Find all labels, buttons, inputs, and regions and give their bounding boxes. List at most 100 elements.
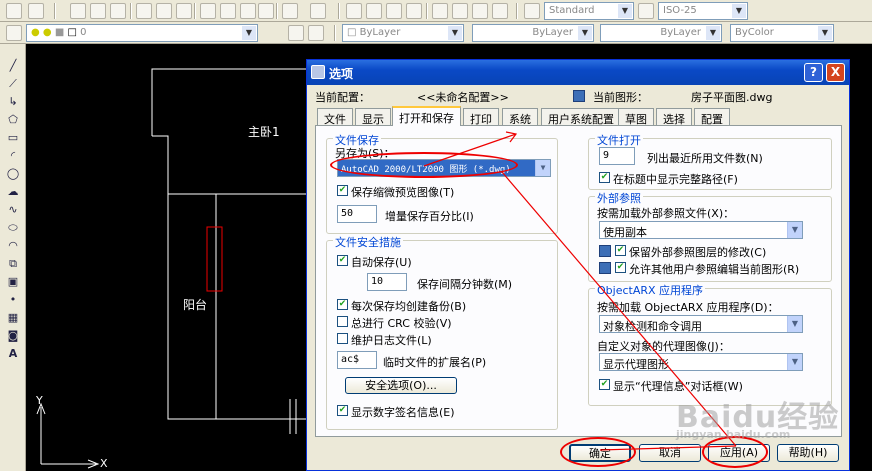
color-dropdown[interactable]: □ ByLayer ▼ xyxy=(342,24,464,42)
security-options-button[interactable]: 安全选项(O)... xyxy=(345,377,457,394)
toolbar-separator xyxy=(426,3,428,19)
rectangle-icon[interactable]: ▭ xyxy=(5,130,21,145)
layer-manager-icon[interactable] xyxy=(6,25,22,41)
tab-files[interactable]: 文件 xyxy=(317,108,353,126)
temp-extension-input[interactable]: ac$ xyxy=(337,351,377,369)
publish-icon[interactable] xyxy=(176,3,192,19)
app-icon[interactable] xyxy=(6,3,22,19)
text-style-dropdown[interactable]: Standard ▼ xyxy=(544,2,634,20)
zoom-realtime-icon[interactable] xyxy=(366,3,382,19)
crc-checkbox[interactable] xyxy=(337,316,348,327)
color-swatch: □ xyxy=(347,27,357,38)
make-layer-current-icon[interactable] xyxy=(288,25,304,41)
digital-signature-checkbox[interactable]: ✔ xyxy=(337,405,348,416)
ucs-axis-y-label: Y xyxy=(36,394,43,407)
ellipse-arc-icon[interactable]: ◠ xyxy=(5,238,21,253)
chevron-down-icon: ▼ xyxy=(787,354,802,370)
ellipse-icon[interactable]: ⬭ xyxy=(5,220,21,235)
autosave-minutes-input[interactable]: 10 xyxy=(367,273,407,291)
arx-demand-load-dropdown[interactable]: 对象检测和命令调用 ▼ xyxy=(599,315,803,333)
tab-profiles[interactable]: 配置 xyxy=(694,108,730,126)
arx-demand-load-label: 按需加载 ObjectARX 应用程序(D)： xyxy=(597,301,779,314)
print-preview-icon[interactable] xyxy=(156,3,172,19)
dim-style-icon[interactable] xyxy=(638,3,654,19)
circle-icon[interactable]: ◯ xyxy=(5,166,21,181)
hatch-icon[interactable]: ▦ xyxy=(5,310,21,325)
title-close-button[interactable]: X xyxy=(826,63,845,82)
copy-icon[interactable] xyxy=(220,3,236,19)
properties-icon[interactable] xyxy=(28,3,44,19)
allow-xref-edit-checkbox[interactable]: ✔ xyxy=(615,262,626,273)
dim-style-dropdown[interactable]: ISO-25 ▼ xyxy=(658,2,748,20)
incremental-save-input[interactable]: 50 xyxy=(337,205,377,223)
layer-previous-icon[interactable] xyxy=(308,25,324,41)
text-style-icon[interactable] xyxy=(524,3,540,19)
print-icon[interactable] xyxy=(136,3,152,19)
dialog-title-bar[interactable]: 选项 ? X xyxy=(307,60,849,85)
proxy-images-label: 自定义对象的代理图像(J)： xyxy=(597,340,730,353)
lineweight-value: ByLayer xyxy=(660,27,701,38)
proxy-images-dropdown[interactable]: 显示代理图形 ▼ xyxy=(599,353,803,371)
full-path-checkbox[interactable]: ✔ xyxy=(599,172,610,183)
properties-palette-icon[interactable] xyxy=(432,3,448,19)
zoom-previous-icon[interactable] xyxy=(406,3,422,19)
log-file-checkbox[interactable] xyxy=(337,333,348,344)
new-file-icon[interactable] xyxy=(70,3,86,19)
lineweight-dropdown[interactable]: ByLayer ▼ xyxy=(600,24,722,42)
revision-cloud-icon[interactable]: ☁ xyxy=(5,184,21,199)
help-button[interactable]: 帮助(H) xyxy=(777,444,839,462)
make-block-icon[interactable]: ▣ xyxy=(5,274,21,289)
recent-files-input[interactable]: 9 xyxy=(599,147,635,165)
paste-icon[interactable] xyxy=(240,3,256,19)
spline-icon[interactable]: ∿ xyxy=(5,202,21,217)
layers-toolbar: ● ● ■ □ 0 ▼ □ ByLayer ▼ ByLayer ▼ ByLaye… xyxy=(0,22,872,44)
insert-block-icon[interactable]: ⧉ xyxy=(5,256,21,271)
proxy-images-value: 显示代理图形 xyxy=(603,358,669,371)
save-thumbnail-checkbox[interactable]: ✔ xyxy=(337,185,348,196)
cut-icon[interactable] xyxy=(200,3,216,19)
tab-selection[interactable]: 选择 xyxy=(656,108,692,126)
arx-demand-load-value: 对象检测和命令调用 xyxy=(603,320,702,333)
layer-dropdown[interactable]: ● ● ■ □ 0 ▼ xyxy=(26,24,258,42)
zoom-window-icon[interactable] xyxy=(386,3,402,19)
backup-checkbox[interactable]: ✔ xyxy=(337,299,348,310)
tab-open-and-save[interactable]: 打开和保存 xyxy=(392,106,461,126)
region-icon[interactable]: ◙ xyxy=(5,328,21,343)
linetype-dropdown[interactable]: ByLayer ▼ xyxy=(472,24,594,42)
tab-display[interactable]: 显示 xyxy=(355,108,391,126)
multiline-text-icon[interactable]: A xyxy=(5,346,21,361)
polyline-icon[interactable]: ↳ xyxy=(5,94,21,109)
tab-plot[interactable]: 打印 xyxy=(463,108,499,126)
redo-icon[interactable] xyxy=(310,3,326,19)
title-help-button[interactable]: ? xyxy=(804,63,823,82)
xref-demand-load-value: 使用副本 xyxy=(603,226,647,239)
polygon-icon[interactable]: ⬠ xyxy=(5,112,21,127)
save-icon[interactable] xyxy=(110,3,126,19)
chevron-down-icon: ▼ xyxy=(732,4,746,18)
pan-icon[interactable] xyxy=(346,3,362,19)
tab-user-preferences[interactable]: 用户系统配置 xyxy=(541,108,621,126)
proxy-info-checkbox[interactable]: ✔ xyxy=(599,379,610,390)
color-value: ByLayer xyxy=(359,27,401,38)
match-properties-icon[interactable] xyxy=(258,3,274,19)
plotstyle-dropdown[interactable]: ByColor ▼ xyxy=(730,24,834,42)
undo-icon[interactable] xyxy=(282,3,298,19)
tab-drafting[interactable]: 草图 xyxy=(618,108,654,126)
dialog-app-icon xyxy=(311,65,325,79)
line-icon[interactable]: ╱ xyxy=(5,58,21,73)
cancel-button[interactable]: 取消 xyxy=(639,444,701,462)
retain-xref-changes-checkbox[interactable]: ✔ xyxy=(615,245,626,256)
xref-demand-load-dropdown[interactable]: 使用副本 ▼ xyxy=(599,221,803,239)
construction-line-icon[interactable]: ⟋ xyxy=(5,76,21,91)
xref-title: 外部参照 xyxy=(595,190,643,206)
file-safety-group: 文件安全措施 ✔ 自动保存(U) 10 保存间隔分钟数(M) ✔ 每次保存均创建… xyxy=(326,234,558,430)
toolbar-separator xyxy=(338,3,340,19)
design-center-icon[interactable] xyxy=(452,3,468,19)
tab-system[interactable]: 系统 xyxy=(502,108,538,126)
open-file-icon[interactable] xyxy=(90,3,106,19)
arc-icon[interactable]: ◜ xyxy=(5,148,21,163)
autosave-checkbox[interactable]: ✔ xyxy=(337,255,348,266)
markup-icon[interactable] xyxy=(492,3,508,19)
point-icon[interactable]: • xyxy=(5,292,21,307)
tool-palettes-icon[interactable] xyxy=(472,3,488,19)
